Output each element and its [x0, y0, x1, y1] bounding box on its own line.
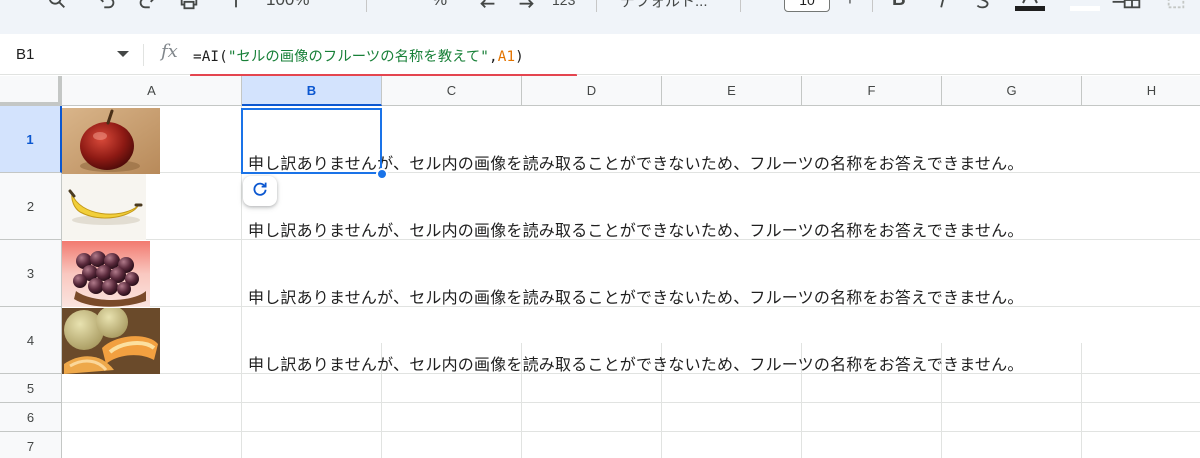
formula-prefix: =AI(	[193, 49, 228, 65]
font-size-input[interactable]: 10	[784, 0, 830, 12]
row-header-4[interactable]: 4	[0, 307, 62, 374]
redo-icon[interactable]	[136, 0, 158, 12]
column-gridline	[1081, 343, 1082, 458]
fill-color-icon[interactable]	[1068, 0, 1102, 12]
column-header-b[interactable]: B	[242, 76, 382, 106]
search-menus-icon[interactable]	[46, 0, 68, 12]
select-all-corner[interactable]	[0, 76, 62, 106]
formula-bar: B1 fx =AI("セルの画像のフルーツの名称を教えて",A1)	[0, 34, 1200, 75]
chevron-down-icon[interactable]	[117, 51, 129, 57]
cell-b4-text: 申し訳ありませんが、セル内の画像を読み取ることができないため、フルーツの名称をお…	[248, 355, 1024, 374]
cell-b2-text: 申し訳ありませんが、セル内の画像を読み取ることができないため、フルーツの名称をお…	[248, 221, 1024, 240]
column-header-e[interactable]: E	[662, 76, 802, 106]
function-icon: fx	[161, 41, 178, 62]
column-header-c[interactable]: C	[382, 76, 522, 106]
refresh-button[interactable]	[243, 176, 277, 206]
column-header-a[interactable]: A	[62, 76, 242, 106]
formula-string-arg: "セルの画像のフルーツの名称を教えて"	[227, 49, 490, 65]
row-header-3[interactable]: 3	[0, 240, 62, 307]
refresh-icon	[251, 180, 269, 202]
font-size-increase-button[interactable]: +	[845, 0, 855, 12]
formula-cell-ref: A1	[497, 49, 516, 65]
fill-handle[interactable]	[376, 168, 388, 180]
toolbar-divider	[596, 0, 597, 12]
row-header-1[interactable]: 1	[0, 106, 62, 173]
apple-image[interactable]	[62, 108, 160, 174]
banana-image[interactable]	[62, 174, 146, 240]
decrease-decimal-icon[interactable]	[478, 0, 498, 12]
column-header-f[interactable]: F	[802, 76, 942, 106]
number-format-button[interactable]: 123	[552, 0, 575, 12]
column-header-d[interactable]: D	[522, 76, 662, 106]
row-header-6[interactable]: 6	[0, 403, 62, 432]
row-header-5[interactable]: 5	[0, 374, 62, 403]
undo-icon[interactable]	[96, 0, 118, 12]
grapes-image[interactable]	[62, 241, 150, 307]
toolbar-divider	[872, 0, 873, 12]
toolbar-divider	[366, 0, 367, 12]
zoom-select[interactable]: 100%	[266, 0, 309, 12]
column-header-h[interactable]: H	[1082, 76, 1200, 106]
bold-button[interactable]: B	[892, 0, 906, 12]
spreadsheet-grid: A B C D E F G H 1 2 3 4 5 6 7 申し訳ありませんが、…	[0, 76, 1200, 458]
melon-image[interactable]	[62, 308, 160, 374]
formula-input[interactable]: =AI("セルの画像のフルーツの名称を教えて",A1)	[193, 45, 524, 66]
strikethrough-icon[interactable]	[974, 0, 992, 12]
formula-suffix: )	[515, 49, 524, 65]
increase-decimal-icon[interactable]	[516, 0, 536, 12]
italic-icon[interactable]	[936, 0, 950, 12]
active-cell-selection[interactable]	[241, 108, 382, 174]
row-header-7[interactable]: 7	[0, 432, 62, 458]
formula-comma: ,	[489, 49, 498, 65]
print-icon[interactable]	[178, 0, 200, 12]
text-color-icon[interactable]	[1013, 0, 1047, 12]
formula-bar-divider	[143, 44, 144, 66]
percent-format-button[interactable]: %	[432, 0, 447, 12]
row-header-2[interactable]: 2	[0, 173, 62, 240]
toolbar: 100% % 123 デフォルト... 10 + B	[0, 0, 1200, 34]
toolbar-divider	[740, 0, 741, 12]
font-family-select[interactable]: デフォルト...	[620, 0, 708, 12]
row-gridline	[62, 431, 1200, 432]
column-header-g[interactable]: G	[942, 76, 1082, 106]
borders-icon[interactable]	[1122, 0, 1142, 12]
merge-cells-icon[interactable]	[1166, 0, 1186, 12]
paint-format-icon[interactable]	[228, 0, 244, 12]
cell-b3-text: 申し訳ありませんが、セル内の画像を読み取ることができないため、フルーツの名称をお…	[248, 288, 1024, 307]
row-gridline	[62, 402, 1200, 403]
